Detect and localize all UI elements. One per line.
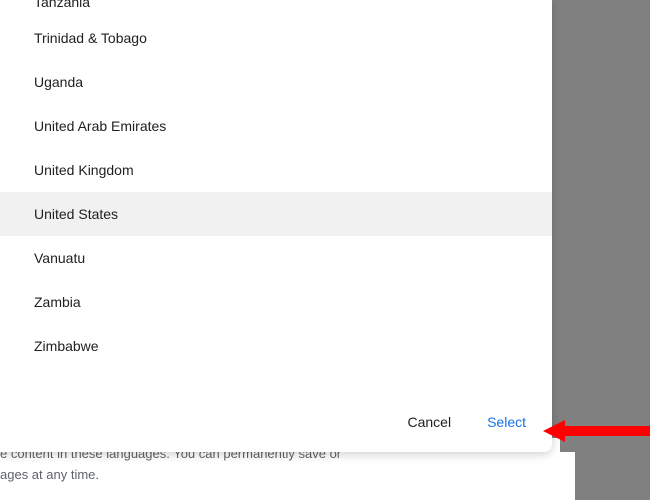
list-item[interactable]: Vanuatu xyxy=(0,236,552,280)
list-item[interactable]: United Arab Emirates xyxy=(0,104,552,148)
list-item[interactable]: Zambia xyxy=(0,280,552,324)
country-list[interactable]: Tanzania Trinidad & Tobago Uganda United… xyxy=(0,0,552,396)
country-select-dialog: Tanzania Trinidad & Tobago Uganda United… xyxy=(0,0,552,452)
list-item-label: Vanuatu xyxy=(34,250,85,266)
list-item[interactable]: Trinidad & Tobago xyxy=(0,16,552,60)
list-item-label: United States xyxy=(34,206,118,222)
list-item[interactable]: Zimbabwe xyxy=(0,324,552,368)
list-item-label: Zambia xyxy=(34,294,81,310)
dialog-footer: Cancel Select xyxy=(0,396,552,452)
background-overlay xyxy=(575,0,650,500)
background-line-2: ages at any time. xyxy=(0,465,560,486)
list-item-selected[interactable]: United States xyxy=(0,192,552,236)
list-item[interactable]: Tanzania xyxy=(0,0,552,16)
list-item[interactable]: United Kingdom xyxy=(0,148,552,192)
list-item-label: United Kingdom xyxy=(34,162,134,178)
select-button[interactable]: Select xyxy=(483,408,530,436)
list-item-label: Trinidad & Tobago xyxy=(34,30,147,46)
list-item[interactable]: Uganda xyxy=(0,60,552,104)
cancel-button[interactable]: Cancel xyxy=(403,408,455,436)
list-item-label: Zimbabwe xyxy=(34,338,99,354)
list-item-label: Uganda xyxy=(34,74,83,90)
list-item-label: United Arab Emirates xyxy=(34,118,166,134)
